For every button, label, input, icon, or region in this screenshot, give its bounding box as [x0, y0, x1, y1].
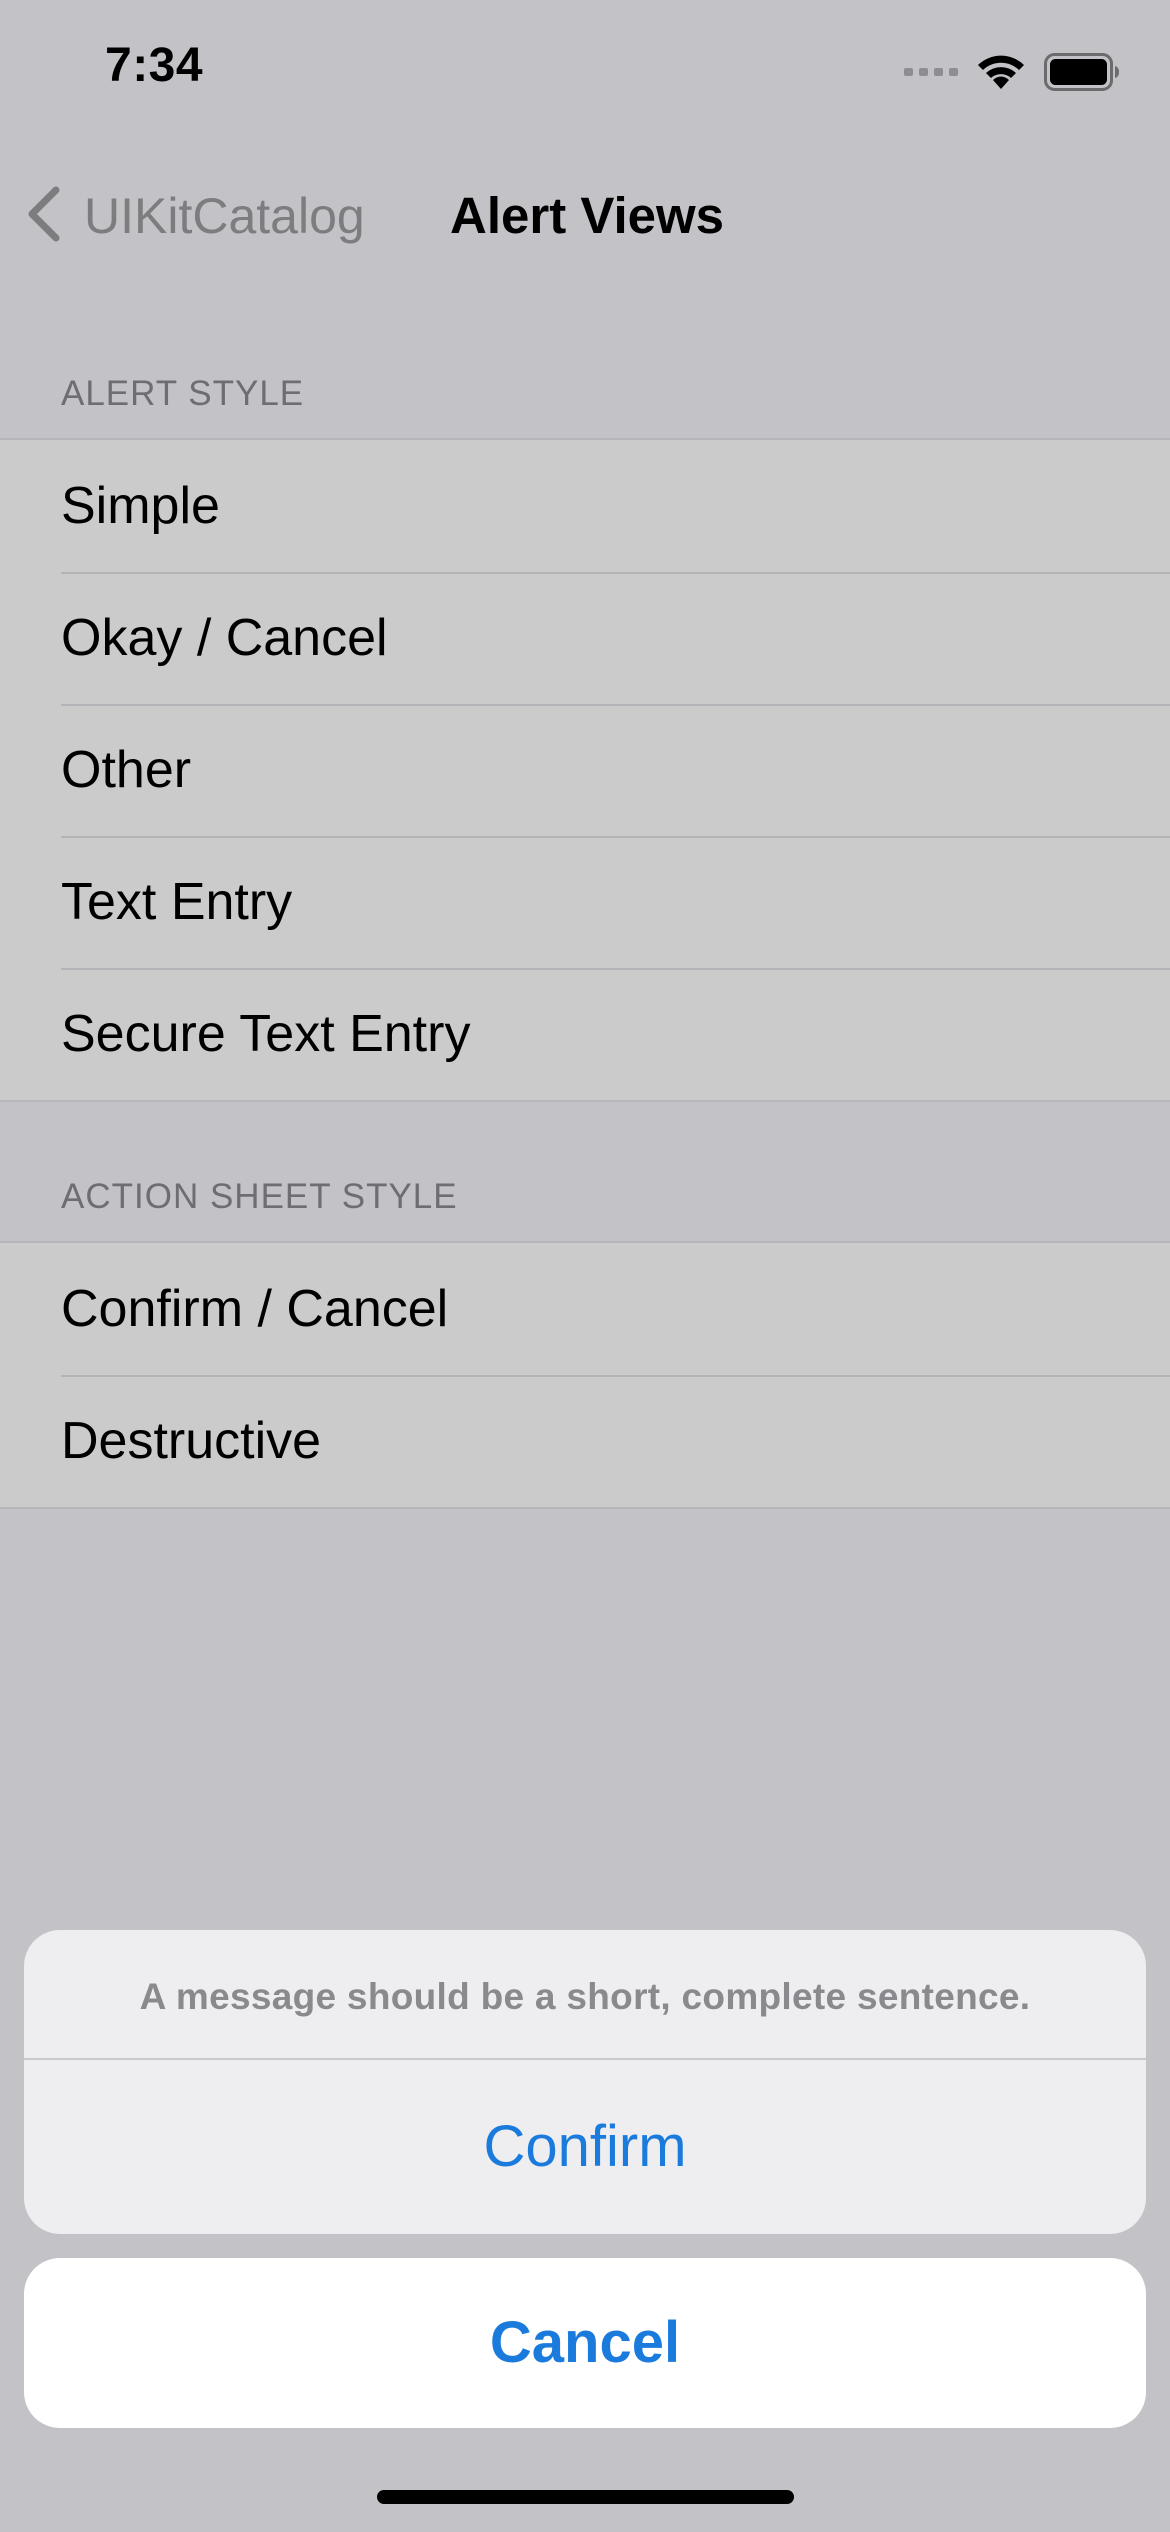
- list-item-text-entry[interactable]: Text Entry: [0, 836, 1170, 968]
- action-sheet-style-list: Confirm / Cancel Destructive: [0, 1241, 1170, 1509]
- chevron-left-icon: [22, 184, 66, 249]
- confirm-button[interactable]: Confirm: [24, 2060, 1146, 2234]
- wifi-icon: [976, 53, 1026, 96]
- list-item-secure-text-entry[interactable]: Secure Text Entry: [0, 968, 1170, 1100]
- list-item-simple[interactable]: Simple: [0, 440, 1170, 572]
- section-header-alert-style: ALERT STYLE: [61, 374, 305, 413]
- action-sheet: A message should be a short, complete se…: [24, 1930, 1146, 2234]
- status-time: 7:34: [105, 39, 204, 92]
- status-icons: [904, 52, 1120, 96]
- alert-style-list: Simple Okay / Cancel Other Text Entry Se…: [0, 438, 1170, 1102]
- list-item-okay-cancel[interactable]: Okay / Cancel: [0, 572, 1170, 704]
- cancel-button[interactable]: Cancel: [24, 2258, 1146, 2428]
- navigation-bar: UIKitCatalog Alert Views: [0, 150, 1170, 280]
- battery-icon: [1044, 52, 1120, 96]
- section-header-action-sheet-style: ACTION SHEET STYLE: [61, 1177, 458, 1216]
- list-item-destructive[interactable]: Destructive: [0, 1375, 1170, 1507]
- back-label: UIKitCatalog: [84, 188, 365, 244]
- action-sheet-message: A message should be a short, complete se…: [24, 1930, 1146, 2060]
- list-item-other[interactable]: Other: [0, 704, 1170, 836]
- signal-dots-icon: [904, 65, 958, 83]
- status-bar: 7:34: [0, 0, 1170, 150]
- home-indicator[interactable]: [377, 2490, 794, 2504]
- list-item-confirm-cancel[interactable]: Confirm / Cancel: [0, 1243, 1170, 1375]
- back-button[interactable]: UIKitCatalog: [22, 176, 365, 256]
- page-title: Alert Views: [450, 187, 725, 244]
